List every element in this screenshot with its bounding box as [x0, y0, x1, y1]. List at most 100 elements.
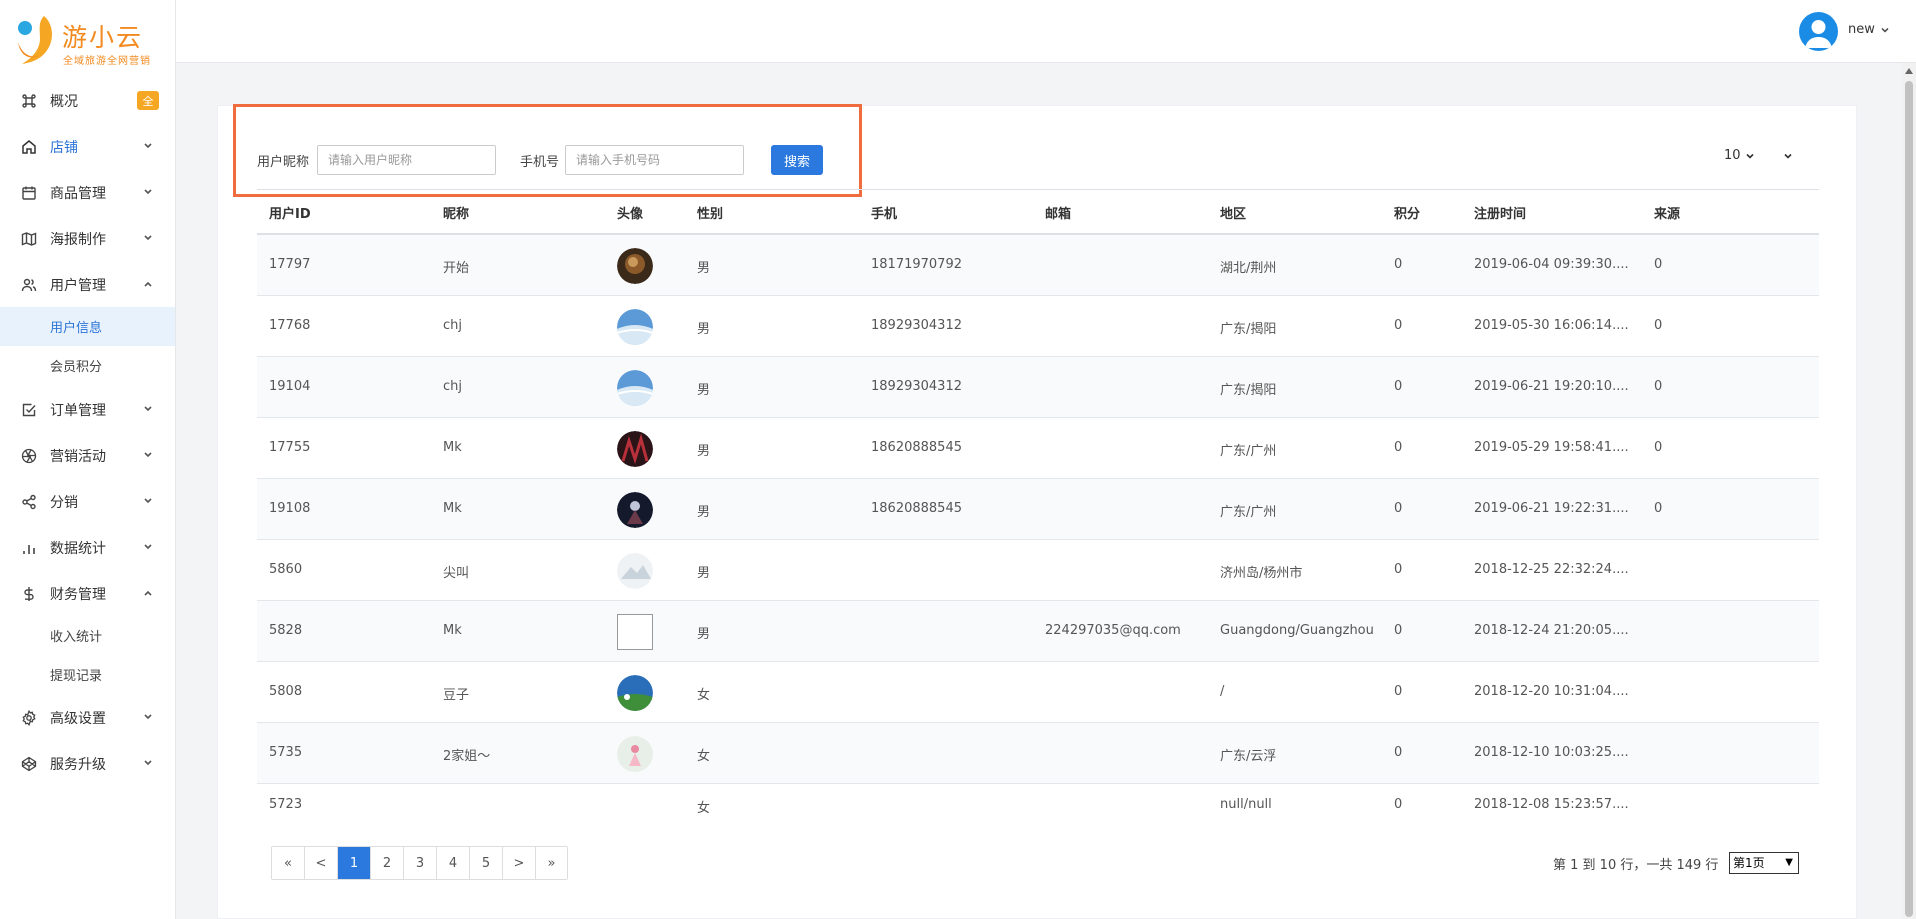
page-size-select[interactable]: 10 [1724, 148, 1741, 163]
user-avatar-image [617, 309, 653, 345]
cell-points: 0 [1394, 797, 1403, 812]
sidebar-item-statistics[interactable]: 数据统计 [0, 525, 175, 571]
home-icon [20, 138, 38, 156]
chevron-down-icon [144, 544, 152, 550]
cell-source: 0 [1654, 501, 1663, 516]
sidebar-subitem-member-points[interactable]: 会员积分 [0, 346, 175, 385]
col-header-reg-time[interactable]: 注册时间 [1474, 203, 1526, 222]
cell-reg-time: 2019-05-30 16:06:14.... [1474, 318, 1629, 333]
cell-region: 广东/广州 [1220, 444, 1277, 459]
sidebar: 游小云 全域旅游全网营销 概况 全 店铺 商品管理 海报制作 用户管理 用户信息… [0, 0, 176, 919]
cell-gender: 男 [697, 566, 711, 581]
sidebar-item-advanced-settings[interactable]: 高级设置 [0, 695, 175, 741]
cell-nickname: chj [443, 379, 462, 394]
page-button-1[interactable]: 1 [338, 847, 371, 879]
page-prev-button[interactable]: < [305, 847, 338, 879]
table-row[interactable]: 5723 女 null/null 0 2018-12-08 15:23:57..… [257, 784, 1819, 828]
cell-nickname: 2家姐～ [443, 749, 491, 764]
cell-points: 0 [1394, 684, 1403, 699]
page-info-text: 第 1 到 10 行，一共 149 行 [1553, 858, 1719, 873]
user-avatar-image [617, 248, 653, 284]
col-header-source[interactable]: 来源 [1654, 203, 1680, 222]
sidebar-item-marketing[interactable]: 营销活动 [0, 433, 175, 479]
sidebar-item-service-upgrade[interactable]: 服务升级 [0, 741, 175, 787]
nickname-input[interactable] [317, 145, 496, 175]
cell-gender: 男 [697, 322, 711, 337]
page-button-5[interactable]: 5 [470, 847, 503, 879]
col-header-nickname[interactable]: 昵称 [443, 203, 469, 222]
nickname-label: 用户昵称 [257, 155, 310, 170]
gear-icon [20, 709, 38, 727]
cell-reg-time: 2019-06-21 19:22:31.... [1474, 501, 1629, 516]
col-header-id[interactable]: 用户ID [269, 203, 311, 222]
chevron-down-icon[interactable] [1744, 150, 1756, 162]
page-next-button[interactable]: > [503, 847, 536, 879]
sidebar-item-users[interactable]: 用户管理 [0, 262, 175, 308]
sidebar-item-overview[interactable]: 概况 全 [0, 78, 175, 124]
sidebar-item-label: 店铺 [50, 140, 78, 156]
sidebar-item-products[interactable]: 商品管理 [0, 170, 175, 216]
cell-reg-time: 2019-06-21 19:20:10.... [1474, 379, 1629, 394]
table-row[interactable]: 5735 2家姐～ 女 广东/云浮 0 2018-12-10 10:03:25.… [257, 723, 1819, 784]
sidebar-subitem-user-info[interactable]: 用户信息 [0, 307, 175, 346]
table-row[interactable]: 17797 开始 男 18171970792 湖北/荆州 0 2019-06-0… [257, 235, 1819, 296]
col-header-points[interactable]: 积分 [1394, 203, 1420, 222]
scroll-thumb[interactable] [1905, 81, 1913, 917]
col-header-region[interactable]: 地区 [1220, 203, 1246, 222]
page-last-button[interactable]: » [536, 847, 567, 879]
sidebar-item-orders[interactable]: 订单管理 [0, 387, 175, 433]
col-header-avatar[interactable]: 头像 [617, 203, 643, 222]
user-avatar-image [617, 736, 653, 772]
cell-id: 5723 [269, 797, 303, 812]
col-header-gender[interactable]: 性别 [697, 203, 723, 222]
cell-region: null/null [1220, 797, 1272, 812]
codepen-icon [20, 755, 38, 773]
chevron-down-icon [144, 143, 152, 149]
table-row[interactable]: 17768 chj 男 18929304312 广东/揭阳 0 2019-05-… [257, 296, 1819, 357]
user-name[interactable]: new [1848, 22, 1875, 37]
page-button-4[interactable]: 4 [437, 847, 470, 879]
chevron-up-icon [144, 590, 152, 596]
table-row[interactable]: 5860 尖叫 男 济州岛/杨州市 0 2018-12-25 22:32:24.… [257, 540, 1819, 601]
columns-toggle-chevron-icon[interactable] [1782, 150, 1794, 162]
sidebar-subitem-income-stats[interactable]: 收入统计 [0, 616, 175, 655]
page-first-button[interactable]: « [272, 847, 305, 879]
page-jump-select[interactable]: 第1页 ▼ [1729, 852, 1799, 874]
table-row[interactable]: 5808 豆子 女 / 0 2018-12-20 10:31:04.... [257, 662, 1819, 723]
map-icon [20, 230, 38, 248]
page-button-2[interactable]: 2 [371, 847, 404, 879]
cell-points: 0 [1394, 440, 1403, 455]
sidebar-item-shop[interactable]: 店铺 [0, 124, 175, 170]
cell-id: 19104 [269, 379, 311, 394]
user-avatar[interactable] [1799, 12, 1838, 51]
table-row[interactable]: 5828 Mk 男 224297035@qq.com Guangdong/Gua… [257, 601, 1819, 662]
sidebar-item-finance[interactable]: 财务管理 [0, 571, 175, 617]
table-row[interactable]: 19108 Mk 男 18620888545 广东/广州 0 2019-06-2… [257, 479, 1819, 540]
table-row[interactable]: 17755 Mk 男 18620888545 广东/广州 0 2019-05-2… [257, 418, 1819, 479]
chevron-down-icon [144, 714, 152, 720]
sidebar-item-distribution[interactable]: 分销 [0, 479, 175, 525]
logo-slogan: 全域旅游全网营销 [63, 56, 151, 67]
sidebar-item-label: 数据统计 [50, 541, 106, 557]
chevron-down-icon[interactable] [1879, 24, 1891, 36]
phone-input[interactable] [565, 145, 744, 175]
cell-region: 济州岛/杨州市 [1220, 566, 1303, 581]
cell-nickname: Mk [443, 440, 462, 455]
cell-reg-time: 2018-12-25 22:32:24.... [1474, 562, 1629, 577]
search-button[interactable]: 搜索 [771, 145, 823, 175]
col-header-phone[interactable]: 手机 [871, 203, 897, 222]
col-header-email[interactable]: 邮箱 [1045, 203, 1071, 222]
cell-nickname: Mk [443, 623, 462, 638]
page-button-3[interactable]: 3 [404, 847, 437, 879]
cell-id: 5860 [269, 562, 303, 577]
cell-region: 广东/揭阳 [1220, 383, 1277, 398]
page-scrollbar[interactable] [1902, 63, 1916, 919]
chevron-down-icon [144, 760, 152, 766]
sidebar-subitem-withdraw-records[interactable]: 提现记录 [0, 655, 175, 694]
pagination: « < 1 2 3 4 5 > » [271, 846, 568, 880]
chevron-down-icon [144, 235, 152, 241]
sidebar-item-posters[interactable]: 海报制作 [0, 216, 175, 262]
table-row[interactable]: 19104 chj 男 18929304312 广东/揭阳 0 2019-06-… [257, 357, 1819, 418]
scroll-up-arrow-icon[interactable] [1905, 68, 1913, 74]
logo-name: 游小云 [62, 23, 144, 52]
